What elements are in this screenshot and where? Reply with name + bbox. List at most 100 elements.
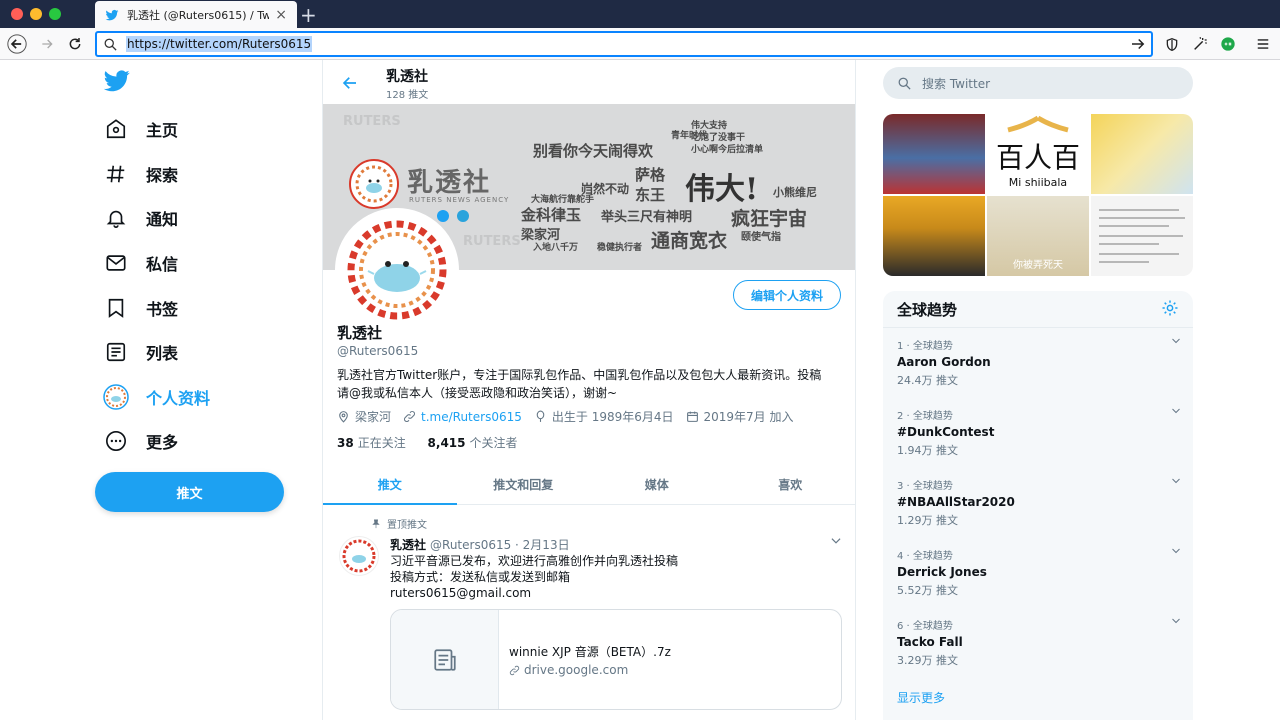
shield-button[interactable] xyxy=(1159,32,1185,56)
new-tab-button[interactable]: + xyxy=(300,3,317,27)
tab-likes[interactable]: 喜欢 xyxy=(724,465,856,504)
tweet-avatar[interactable] xyxy=(339,536,379,576)
sidebar-item-notifications[interactable]: 通知 xyxy=(102,201,178,235)
tweet-author-name[interactable]: 乳透社 xyxy=(390,538,426,552)
website-link[interactable]: t.me/Ruters0615 xyxy=(421,410,522,424)
chevron-down-icon[interactable] xyxy=(1170,475,1182,487)
sidebar-item-label: 通知 xyxy=(146,210,179,229)
show-more-link[interactable]: 显示更多 xyxy=(897,689,945,706)
tab-tweets[interactable]: 推文 xyxy=(323,465,457,505)
trend-meta: 6 · 全球趋势 xyxy=(897,621,953,632)
following-count: 38 xyxy=(337,436,354,450)
trend-item[interactable]: 4 · 全球趋势 Derrick Jones 5.52万 推文 xyxy=(897,547,1182,598)
extension-badge-icon xyxy=(1221,37,1235,51)
customize-button[interactable] xyxy=(1187,32,1213,56)
sidebar-item-home[interactable]: 主页 xyxy=(102,112,178,146)
cloud-word: 颐使气指 xyxy=(741,232,781,243)
chevron-down-icon[interactable] xyxy=(829,534,843,548)
sidebar-item-messages[interactable]: 私信 xyxy=(102,246,178,280)
hashtag-icon xyxy=(102,160,130,188)
left-sidebar: 主页 探索 通知 私信 书签 列表 个人资料 更多 推文 xyxy=(0,60,320,720)
window-zoom-button[interactable] xyxy=(49,8,61,20)
trend-item[interactable]: 1 · 全球趋势 Aaron Gordon 24.4万 推文 xyxy=(897,337,1182,388)
link-icon xyxy=(509,665,520,675)
shield-icon xyxy=(1166,37,1178,51)
pinned-text: 置顶推文 xyxy=(387,520,427,531)
media-text: 百人百 xyxy=(995,141,1080,174)
trend-meta: 2 · 全球趋势 xyxy=(897,411,953,422)
link-card[interactable]: winnie XJP 音源（BETA）.7z drive.google.com xyxy=(390,609,842,710)
window-close-button[interactable] xyxy=(11,8,23,20)
sidebar-item-label: 个人资料 xyxy=(146,389,211,408)
magic-wand-icon xyxy=(1194,37,1207,50)
document-icon xyxy=(433,648,456,671)
profile-tweet-count: 128 推文 xyxy=(386,90,429,101)
chevron-down-icon[interactable] xyxy=(1170,405,1182,417)
media-thumbnail[interactable] xyxy=(1091,114,1193,194)
sidebar-item-more[interactable]: 更多 xyxy=(102,424,178,458)
sidebar-item-label: 主页 xyxy=(146,121,179,140)
trend-item[interactable]: 2 · 全球趋势 #DunkContest 1.94万 推文 xyxy=(897,407,1182,458)
trend-item[interactable]: 6 · 全球趋势 Tacko Fall 3.29万 推文 xyxy=(897,617,1182,668)
sidebar-item-label: 私信 xyxy=(146,255,179,274)
cloud-word: 稳健执行者 xyxy=(597,243,643,253)
url-text[interactable]: https://twitter.com/Ruters0615 xyxy=(126,36,313,52)
pin-icon xyxy=(372,519,380,528)
trend-count: 5.52万 推文 xyxy=(897,584,958,597)
tab-media[interactable]: 媒体 xyxy=(590,465,724,504)
twitter-logo-icon[interactable] xyxy=(104,70,130,92)
sidebar-item-label: 探索 xyxy=(146,166,179,185)
profile-avatar[interactable] xyxy=(335,208,459,332)
media-grid: 百人百 Mi shiibala 你被弄死天 xyxy=(883,114,1193,276)
chevron-down-icon[interactable] xyxy=(1170,335,1182,347)
location-pin-icon xyxy=(339,411,348,423)
trend-item[interactable]: 3 · 全球趋势 #NBAAllStar2020 1.29万 推文 xyxy=(897,477,1182,528)
sidebar-item-lists[interactable]: 列表 xyxy=(102,335,178,369)
url-bar[interactable]: https://twitter.com/Ruters0615 xyxy=(95,31,1153,57)
following-link[interactable]: 38 正在关注 xyxy=(337,436,406,450)
cloud-word: 伟大! xyxy=(685,172,759,207)
back-button[interactable] xyxy=(4,32,30,56)
edit-profile-button[interactable]: 编辑个人资料 xyxy=(733,280,841,310)
tweet-handle-date: @Ruters0615 · 2月13日 xyxy=(430,538,570,552)
media-thumbnail[interactable]: 你被弄死天 xyxy=(987,196,1089,276)
menu-button[interactable] xyxy=(1250,32,1276,56)
browser-tab[interactable]: 乳透社 (@Ruters0615) / Twitter × xyxy=(95,1,297,28)
trend-name: #DunkContest xyxy=(897,425,995,439)
joined-text: 2019年7月 加入 xyxy=(703,410,794,424)
chevron-down-icon[interactable] xyxy=(1170,545,1182,557)
followers-link[interactable]: 8,415 个关注者 xyxy=(428,436,518,450)
bookmark-icon xyxy=(102,294,130,322)
chevron-down-icon[interactable] xyxy=(1170,615,1182,627)
sidebar-item-profile[interactable]: 个人资料 xyxy=(102,380,210,414)
trend-count: 3.29万 推文 xyxy=(897,654,958,667)
home-icon xyxy=(102,115,130,143)
back-arrow-icon[interactable] xyxy=(341,74,359,92)
sidebar-item-explore[interactable]: 探索 xyxy=(102,157,178,191)
extension-button[interactable] xyxy=(1215,32,1241,56)
window-minimize-button[interactable] xyxy=(30,8,42,20)
trend-meta: 4 · 全球趋势 xyxy=(897,551,953,562)
following-label: 正在关注 xyxy=(357,436,406,450)
profile-location: 梁家河 xyxy=(337,408,391,425)
media-thumbnail[interactable] xyxy=(883,196,985,276)
media-thumbnail[interactable] xyxy=(1091,196,1193,276)
search-input[interactable]: 搜索 Twitter xyxy=(883,67,1193,99)
forward-button[interactable] xyxy=(34,32,60,56)
cloud-word: 举头三尺有神明 xyxy=(601,210,693,225)
tab-tweets-and-replies[interactable]: 推文和回复 xyxy=(457,465,591,504)
media-thumbnail[interactable]: 百人百 Mi shiibala xyxy=(987,114,1089,194)
tweet-button[interactable]: 推文 xyxy=(95,472,284,512)
media-thumbnail[interactable] xyxy=(883,114,985,194)
go-arrow-icon[interactable] xyxy=(1129,35,1147,53)
followers-label: 个关注者 xyxy=(469,436,518,450)
profile-website: t.me/Ruters0615 xyxy=(403,410,522,424)
banner-watermark: RUTERS xyxy=(463,234,521,249)
trend-name: Tacko Fall xyxy=(897,635,963,649)
balloon-icon xyxy=(536,410,545,422)
reload-button[interactable] xyxy=(62,32,88,56)
sidebar-item-bookmarks[interactable]: 书签 xyxy=(102,291,178,325)
tab-close-icon[interactable]: × xyxy=(275,7,287,23)
trends-divider xyxy=(883,327,1193,328)
gear-icon[interactable] xyxy=(1161,299,1179,317)
